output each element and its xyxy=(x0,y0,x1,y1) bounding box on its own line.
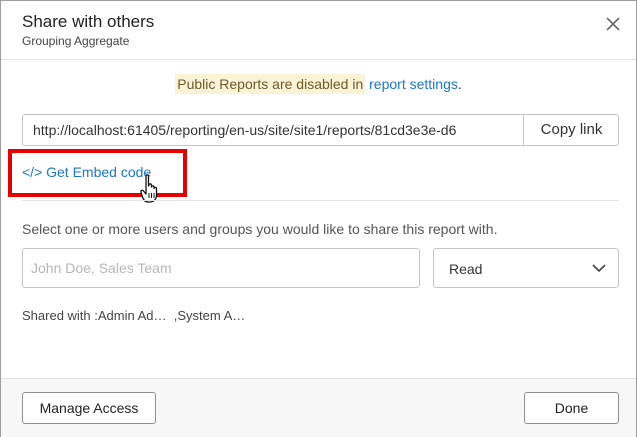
dialog-header: Share with others Grouping Aggregate xyxy=(1,1,636,60)
section-divider xyxy=(22,200,619,201)
permission-value: Read xyxy=(449,261,483,277)
permission-select[interactable]: Read xyxy=(433,248,619,288)
copy-link-button[interactable]: Copy link xyxy=(523,115,619,145)
share-url-group: Copy link xyxy=(22,114,619,146)
done-button[interactable]: Done xyxy=(524,392,619,424)
report-settings-link[interactable]: report settings xyxy=(369,76,458,92)
notice-text: Public Reports are disabled in xyxy=(177,76,364,92)
dialog-footer: Manage Access Done xyxy=(1,378,636,437)
users-groups-input[interactable] xyxy=(22,248,420,288)
share-instructions: Select one or more users and groups you … xyxy=(22,221,498,237)
close-icon[interactable] xyxy=(603,14,623,34)
manage-access-button[interactable]: Manage Access xyxy=(22,392,156,424)
get-embed-code-link[interactable]: </> Get Embed code xyxy=(22,164,151,180)
shared-with-text: Shared with :Admin Ad… ,System A… xyxy=(22,308,246,323)
dialog-title: Share with others xyxy=(22,12,155,31)
dialog-subtitle: Grouping Aggregate xyxy=(22,34,130,48)
chevron-down-icon xyxy=(592,264,606,273)
share-url-input[interactable] xyxy=(23,115,523,145)
notice-highlight: Public Reports are disabled in xyxy=(175,74,366,94)
notice-suffix: . xyxy=(457,76,462,92)
public-reports-notice: Public Reports are disabled in report se… xyxy=(1,74,636,94)
share-dialog: Share with others Grouping Aggregate Pub… xyxy=(0,0,637,437)
